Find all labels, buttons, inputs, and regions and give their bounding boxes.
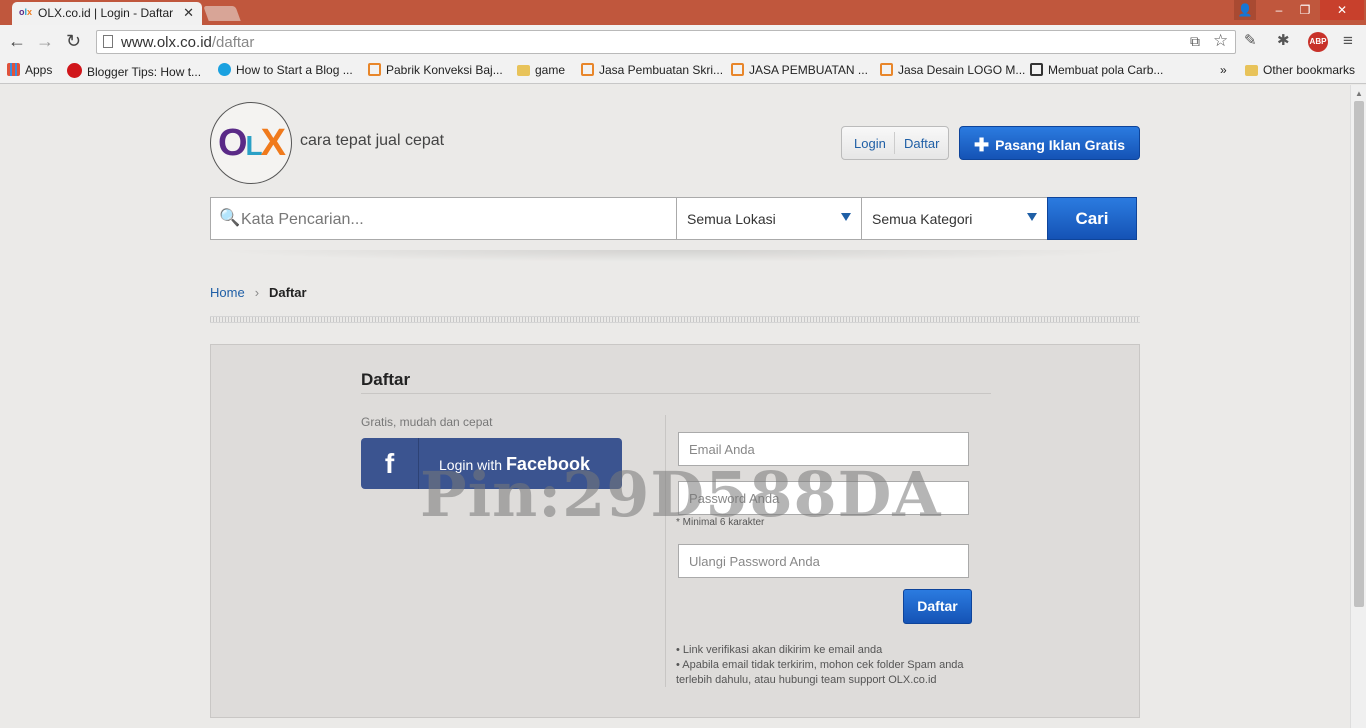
- logo-icon: [1030, 63, 1043, 76]
- page-icon: [368, 63, 381, 76]
- address-bar[interactable]: www.olx.co.id/daftar ⧉ ☆: [96, 30, 1236, 54]
- eyedropper-extension-icon[interactable]: ✎: [1244, 31, 1257, 49]
- bookmark-apps[interactable]: Apps: [7, 63, 52, 77]
- search-bar: 🔍 Kata Pencarian... Semua Lokasi Semua K…: [210, 197, 1138, 240]
- back-icon[interactable]: ←: [8, 31, 26, 52]
- blue-a-icon: [218, 63, 231, 76]
- folder-icon: [517, 65, 530, 76]
- forward-icon[interactable]: →: [36, 31, 54, 52]
- page-icon: [731, 63, 744, 76]
- chevron-down-icon: [841, 213, 851, 221]
- bookmark-blogger-tips[interactable]: Blogger Tips: How t...: [67, 63, 201, 79]
- info-line: • Apabila email tidak terkirim, mohon ce…: [676, 659, 964, 686]
- new-tab-button[interactable]: [203, 6, 241, 21]
- register-submit-button[interactable]: Daftar: [903, 589, 972, 624]
- bookmark-jasa-pembuatan[interactable]: JASA PEMBUATAN ...: [731, 63, 868, 77]
- facebook-icon: f: [361, 438, 419, 489]
- url-host: www.olx.co.id: [121, 34, 212, 51]
- apps-grid-icon: [7, 63, 20, 76]
- adblock-extension-icon[interactable]: ABP: [1308, 32, 1328, 52]
- url-path: /daftar: [211, 34, 255, 51]
- register-link[interactable]: Daftar: [904, 136, 939, 151]
- page-icon: [880, 63, 893, 76]
- scrollbar-thumb[interactable]: [1354, 101, 1364, 607]
- watermark-text: Pin:29D588DA: [420, 458, 942, 531]
- page-scrollbar[interactable]: ▲: [1350, 85, 1366, 728]
- tab-title: OLX.co.id | Login - Daftar: [38, 6, 174, 20]
- search-button[interactable]: Cari: [1047, 197, 1137, 240]
- chevron-down-icon: [1027, 213, 1037, 221]
- login-link[interactable]: Login: [854, 136, 886, 151]
- bookmark-jasa-desain-logo[interactable]: Jasa Desain LOGO M...: [880, 63, 1025, 77]
- translate-icon[interactable]: ⧉: [1190, 33, 1200, 50]
- dotted-divider: [210, 316, 1140, 323]
- search-icon: 🔍: [219, 208, 241, 227]
- auth-divider: [894, 132, 895, 154]
- bookmarks-overflow-icon[interactable]: »: [1220, 63, 1227, 77]
- breadcrumb: Home › Daftar: [210, 285, 307, 300]
- reload-icon[interactable]: ↻: [66, 31, 81, 52]
- menu-icon[interactable]: ≡: [1343, 31, 1353, 51]
- bookmark-star-icon[interactable]: ☆: [1213, 31, 1228, 51]
- title-divider: [361, 393, 991, 394]
- bookmark-folder-game[interactable]: game: [517, 63, 565, 77]
- folder-icon: [1245, 65, 1258, 76]
- browser-tab[interactable]: olx OLX.co.id | Login - Daftar ✕: [12, 2, 202, 25]
- chevron-right-icon: ›: [254, 285, 260, 300]
- search-placeholder: Kata Pencarian...: [241, 211, 364, 228]
- location-select[interactable]: Semua Lokasi: [676, 197, 862, 240]
- repeat-password-field[interactable]: Ulangi Password Anda: [678, 544, 969, 578]
- register-subtitle: Gratis, mudah dan cepat: [361, 415, 493, 429]
- category-select[interactable]: Semua Kategori: [861, 197, 1048, 240]
- scroll-up-icon[interactable]: ▲: [1355, 89, 1363, 98]
- tagline: cara tepat jual cepat: [300, 132, 445, 149]
- bookmark-jasa-pembuatan-skrip[interactable]: Jasa Pembuatan Skri...: [581, 63, 723, 77]
- register-panel: Daftar Gratis, mudah dan cepat f Login w…: [210, 344, 1140, 718]
- tab-close-icon[interactable]: ✕: [183, 5, 194, 21]
- register-title: Daftar: [361, 370, 411, 389]
- auth-links: Login Daftar: [841, 126, 949, 160]
- minimize-icon[interactable]: –: [1266, 0, 1292, 20]
- info-line: • Link verifikasi akan dikirim ke email …: [676, 644, 883, 656]
- post-free-ad-button[interactable]: ✚ Pasang Iklan Gratis: [959, 126, 1140, 160]
- olx-favicon-icon: olx: [19, 7, 33, 17]
- column-divider: [665, 415, 666, 687]
- browser-toolbar: ← → ↻ www.olx.co.id/daftar ⧉ ☆ ✎ ✱ ABP ≡: [0, 25, 1366, 59]
- browser-title-bar: olx OLX.co.id | Login - Daftar ✕ 👤 – ❐ ✕: [0, 0, 1366, 25]
- page-icon: [581, 63, 594, 76]
- restore-icon[interactable]: ❐: [1292, 0, 1318, 20]
- red-circle-icon: [67, 63, 82, 78]
- profile-icon[interactable]: 👤: [1234, 0, 1256, 20]
- bookmarks-bar: Apps Blogger Tips: How t... How to Start…: [0, 59, 1366, 84]
- breadcrumb-home[interactable]: Home: [210, 285, 245, 300]
- other-bookmarks[interactable]: Other bookmarks: [1245, 63, 1355, 77]
- register-info: • Link verifikasi akan dikirim ke email …: [676, 643, 976, 688]
- plus-icon: ✚: [974, 135, 990, 155]
- search-input[interactable]: 🔍 Kata Pencarian...: [210, 197, 677, 240]
- bookmark-start-blog[interactable]: How to Start a Blog ...: [218, 63, 353, 77]
- bug-extension-icon[interactable]: ✱: [1277, 31, 1290, 49]
- header-shadow: [210, 250, 1138, 262]
- bookmark-pabrik-konveksi[interactable]: Pabrik Konveksi Baj...: [368, 63, 503, 77]
- breadcrumb-current: Daftar: [269, 285, 307, 300]
- bookmark-membuat-pola[interactable]: Membuat pola Carb...: [1030, 63, 1163, 77]
- page-icon: [103, 35, 113, 48]
- olx-logo[interactable]: OLX: [210, 102, 292, 184]
- close-window-icon[interactable]: ✕: [1320, 0, 1364, 20]
